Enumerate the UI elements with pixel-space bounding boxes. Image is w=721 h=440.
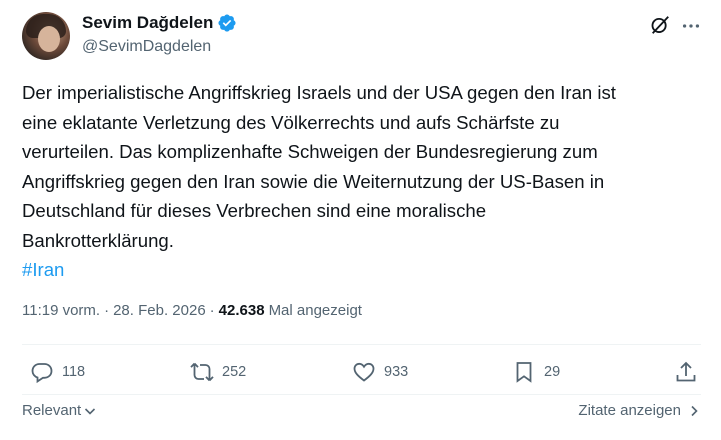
tweet-time[interactable]: 11:19 vorm.: [22, 302, 100, 319]
tweet-text: Der imperialistische Angriffskrieg Israe…: [22, 78, 702, 285]
share-button[interactable]: [674, 360, 698, 384]
reply-button[interactable]: 118: [30, 360, 85, 384]
verified-badge-icon: [218, 14, 236, 32]
like-count: 933: [384, 364, 409, 380]
repost-count: 252: [222, 364, 247, 380]
author-name[interactable]: Sevim Dağdelen: [82, 13, 213, 33]
view-quotes-link[interactable]: Zitate anzeigen: [578, 402, 701, 419]
sort-relevant-dropdown[interactable]: Relevant: [22, 402, 97, 419]
view-quotes-label: Zitate anzeigen: [578, 402, 681, 419]
repost-icon: [190, 362, 214, 382]
tweet-meta: 11:19 vorm. · 28. Feb. 2026 · 42.638 Mal…: [22, 302, 362, 319]
divider: [22, 394, 701, 395]
view-count: 42.638: [218, 302, 265, 319]
avatar[interactable]: [22, 12, 70, 60]
reply-icon: [31, 363, 53, 384]
action-bar: 118 252 933 29: [0, 360, 721, 390]
tweet-line: Der imperialistische Angriffskrieg Israe…: [22, 82, 616, 103]
tweet-line: verurteilen. Das komplizenhafte Schweige…: [22, 141, 598, 162]
chevron-right-icon: [691, 405, 698, 416]
hashtag-link[interactable]: #Iran: [22, 255, 702, 285]
tweet-date[interactable]: 28. Feb. 2026: [113, 302, 206, 319]
share-icon: [676, 361, 696, 382]
tweet-line: Bankrotterklärung.: [22, 229, 174, 251]
like-button[interactable]: 933: [352, 360, 408, 384]
divider: [22, 344, 701, 345]
avatar-face: [38, 26, 60, 52]
repost-button[interactable]: 252: [190, 360, 246, 384]
view-count-label: Mal angezeigt: [268, 302, 362, 319]
heart-icon: [353, 362, 375, 382]
author-handle[interactable]: @SevimDagdelen: [82, 38, 211, 56]
more-options-icon[interactable]: [680, 16, 702, 36]
meta-separator: ·: [104, 302, 110, 319]
bookmark-icon: [516, 362, 532, 383]
tweet-line: Angriffskrieg gegen den Iran sowie die W…: [22, 170, 605, 192]
chevron-down-icon: [85, 407, 96, 415]
author-name-row[interactable]: Sevim Dağdelen: [82, 13, 237, 33]
bookmark-button[interactable]: 29: [512, 360, 560, 384]
sort-relevant-label: Relevant: [22, 402, 82, 419]
meta-separator: ·: [209, 302, 215, 319]
bookmark-count: 29: [544, 364, 561, 380]
tweet-line: Deutschland für dieses Verbrechen sind e…: [22, 200, 487, 221]
reply-count: 118: [62, 364, 86, 380]
grok-icon[interactable]: [649, 14, 671, 36]
tweet-line: eine eklatante Verletzung des Völkerrech…: [22, 111, 560, 133]
